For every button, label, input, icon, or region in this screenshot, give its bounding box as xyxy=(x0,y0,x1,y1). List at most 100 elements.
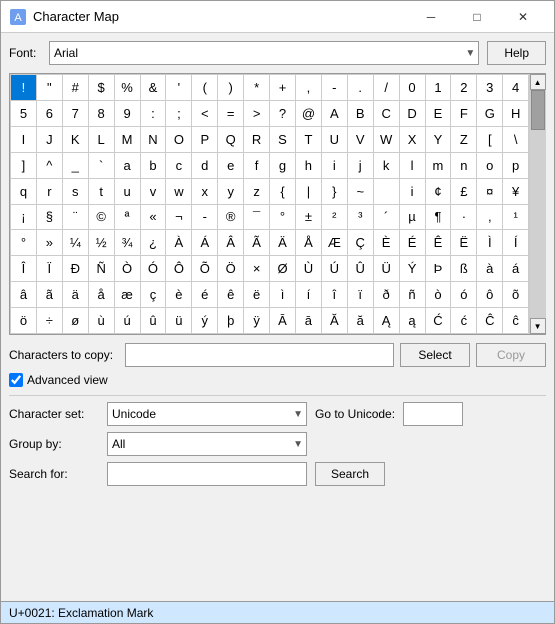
char-cell[interactable]: ¤ xyxy=(477,179,503,205)
char-cell[interactable]: . xyxy=(348,75,374,101)
char-cell[interactable]: w xyxy=(166,179,192,205)
char-cell[interactable]: = xyxy=(218,101,244,127)
char-cell[interactable]: ) xyxy=(218,75,244,101)
char-cell[interactable]: Ë xyxy=(451,230,477,256)
char-cell[interactable]: W xyxy=(374,127,400,153)
char-cell[interactable]: : xyxy=(141,101,167,127)
char-cell[interactable]: ó xyxy=(451,282,477,308)
char-cell[interactable]: ¹ xyxy=(503,205,529,231)
char-cell[interactable]: * xyxy=(244,75,270,101)
char-cell[interactable]: Z xyxy=(451,127,477,153)
char-cell[interactable]: ¬ xyxy=(166,205,192,231)
font-select[interactable]: Arial xyxy=(49,41,479,65)
char-cell[interactable]: g xyxy=(270,153,296,179)
char-cell[interactable]: X xyxy=(400,127,426,153)
char-cell[interactable]: ø xyxy=(63,308,89,334)
char-cell[interactable]: ö xyxy=(11,308,37,334)
char-cell[interactable]: Ā xyxy=(270,308,296,334)
char-cell[interactable]: ¶ xyxy=(426,205,452,231)
char-cell[interactable]: £ xyxy=(451,179,477,205)
char-cell[interactable]: i xyxy=(400,179,426,205)
char-cell[interactable]: L xyxy=(89,127,115,153)
char-cell[interactable]: @ xyxy=(296,101,322,127)
char-cell[interactable]: ý xyxy=(192,308,218,334)
char-cell[interactable]: \ xyxy=(503,127,529,153)
char-cell[interactable]: ð xyxy=(374,282,400,308)
char-cell[interactable]: A xyxy=(322,101,348,127)
char-cell[interactable]: m xyxy=(426,153,452,179)
char-cell[interactable]: û xyxy=(141,308,167,334)
char-cell[interactable]: Ć xyxy=(426,308,452,334)
char-cell[interactable]: ! xyxy=(11,75,37,101)
char-cell[interactable]: ; xyxy=(166,101,192,127)
char-cell[interactable]: þ xyxy=(218,308,244,334)
char-cell[interactable]: ~ xyxy=(348,179,374,205)
char-cell[interactable]: ¿ xyxy=(141,230,167,256)
char-cell[interactable]: § xyxy=(37,205,63,231)
char-cell[interactable]: k xyxy=(374,153,400,179)
char-cell[interactable]: Â xyxy=(218,230,244,256)
char-cell[interactable]: Æ xyxy=(322,230,348,256)
char-cell[interactable]: Ä xyxy=(270,230,296,256)
char-cell[interactable]: ° xyxy=(270,205,296,231)
char-cell[interactable]: ą xyxy=(400,308,426,334)
char-cell[interactable]: 1 xyxy=(426,75,452,101)
char-cell[interactable]: ù xyxy=(89,308,115,334)
char-cell[interactable]: ½ xyxy=(89,230,115,256)
char-cell[interactable]: ¥ xyxy=(503,179,529,205)
char-cell[interactable]: õ xyxy=(503,282,529,308)
char-cell[interactable] xyxy=(374,179,400,205)
char-cell[interactable]: ? xyxy=(270,101,296,127)
char-cell[interactable]: ª xyxy=(115,205,141,231)
char-cell[interactable]: i xyxy=(322,153,348,179)
char-cell[interactable]: % xyxy=(115,75,141,101)
char-cell[interactable]: ¨ xyxy=(63,205,89,231)
char-cell[interactable]: x xyxy=(192,179,218,205)
char-cell[interactable]: " xyxy=(37,75,63,101)
char-cell[interactable]: í xyxy=(296,282,322,308)
char-cell[interactable]: ¼ xyxy=(63,230,89,256)
char-cell[interactable]: ¯ xyxy=(244,205,270,231)
char-cell[interactable]: } xyxy=(322,179,348,205)
char-cell[interactable]: Ê xyxy=(426,230,452,256)
char-cell[interactable]: 5 xyxy=(11,101,37,127)
char-cell[interactable]: ¾ xyxy=(115,230,141,256)
char-cell[interactable]: Ì xyxy=(477,230,503,256)
char-cell[interactable]: H xyxy=(503,101,529,127)
char-cell[interactable]: | xyxy=(296,179,322,205)
char-cell[interactable]: · xyxy=(451,205,477,231)
char-cell[interactable]: U xyxy=(322,127,348,153)
char-cell[interactable]: ë xyxy=(244,282,270,308)
char-cell[interactable]: Ă xyxy=(322,308,348,334)
char-cell[interactable]: Ô xyxy=(166,256,192,282)
char-cell[interactable]: v xyxy=(141,179,167,205)
char-cell[interactable]: f xyxy=(244,153,270,179)
char-cell[interactable]: Þ xyxy=(426,256,452,282)
char-cell[interactable]: B xyxy=(348,101,374,127)
char-cell[interactable]: 8 xyxy=(89,101,115,127)
char-cell[interactable]: ô xyxy=(477,282,503,308)
char-cell[interactable]: ă xyxy=(348,308,374,334)
char-cell[interactable]: 7 xyxy=(63,101,89,127)
char-cell[interactable]: â xyxy=(11,282,37,308)
char-cell[interactable]: F xyxy=(451,101,477,127)
char-cell[interactable]: + xyxy=(270,75,296,101)
char-cell[interactable]: ê xyxy=(218,282,244,308)
char-cell[interactable]: p xyxy=(503,153,529,179)
char-cell[interactable]: ç xyxy=(141,282,167,308)
char-cell[interactable]: d xyxy=(192,153,218,179)
scroll-track[interactable] xyxy=(530,90,546,318)
char-cell[interactable]: T xyxy=(296,127,322,153)
search-input[interactable] xyxy=(107,462,307,486)
char-cell[interactable]: { xyxy=(270,179,296,205)
char-cell[interactable]: E xyxy=(426,101,452,127)
char-cell[interactable]: r xyxy=(37,179,63,205)
char-cell[interactable]: ï xyxy=(348,282,374,308)
char-cell[interactable]: O xyxy=(166,127,192,153)
char-cell[interactable]: Ñ xyxy=(89,256,115,282)
char-cell[interactable]: y xyxy=(218,179,244,205)
char-cell[interactable]: ® xyxy=(218,205,244,231)
char-cell[interactable]: Ø xyxy=(270,256,296,282)
char-cell[interactable]: ü xyxy=(166,308,192,334)
char-cell[interactable]: 6 xyxy=(37,101,63,127)
